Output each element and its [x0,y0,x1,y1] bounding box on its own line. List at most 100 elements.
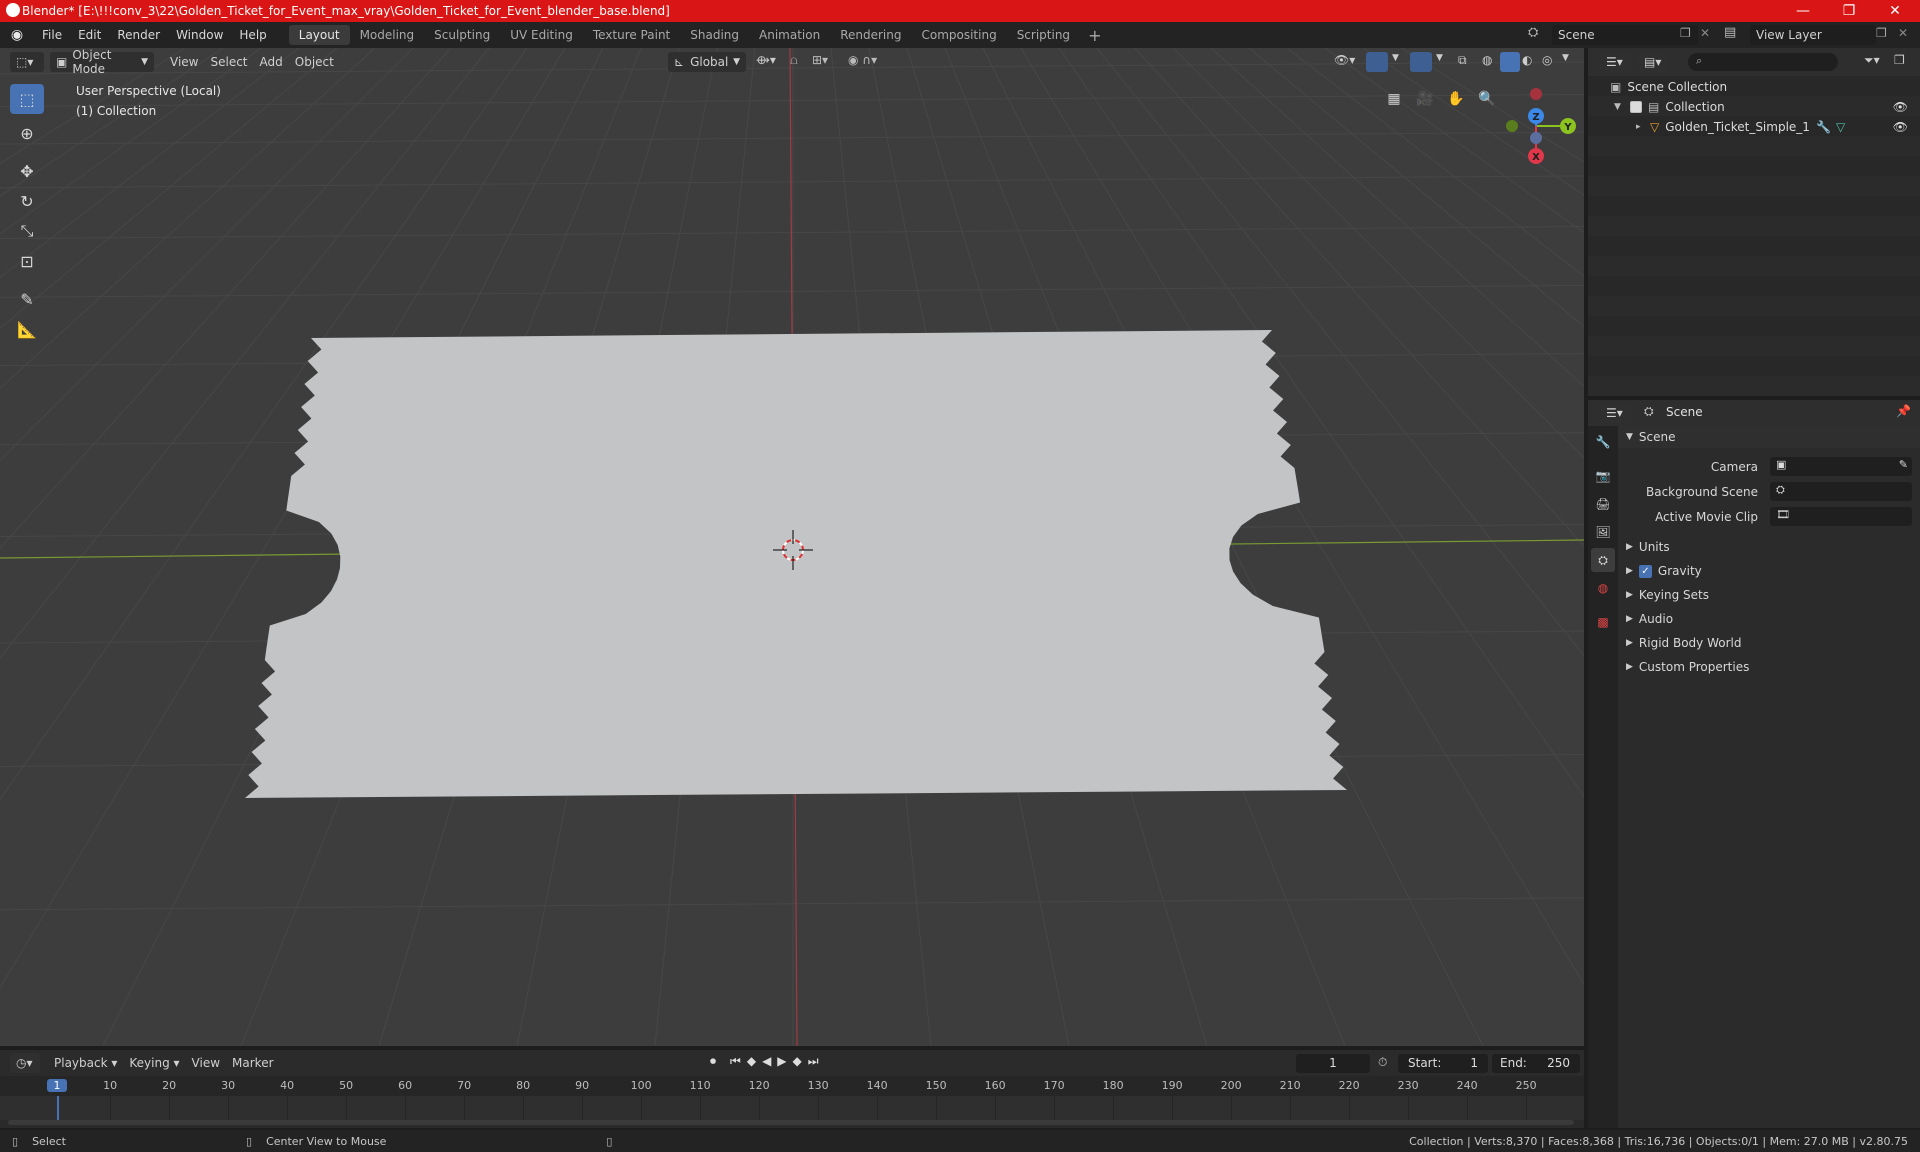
properties-editor-type-button[interactable]: ☰▾ [1600,403,1632,423]
pivot-point-icon[interactable]: ⟴▾ [756,53,776,67]
outliner-row-scene-collection[interactable]: ▣ Scene Collection [1610,80,1727,94]
orientation-selector[interactable]: ⊾ Global ▼ [668,52,746,72]
play-icon[interactable]: ▶ [777,1054,786,1069]
editor-type-button[interactable]: ⬚▾ [10,52,44,72]
viewport-canvas[interactable] [0,48,1584,1046]
measure-tool[interactable]: 📐 [10,314,44,344]
visibility-icon[interactable]: 👁▾ [1334,53,1355,67]
gravity-checkbox[interactable]: ✓ [1638,564,1652,578]
timeline-keyframe-area[interactable] [0,1096,1584,1120]
menu-file[interactable]: File [34,28,70,42]
menu-help[interactable]: Help [231,28,274,42]
new-scene-icon[interactable]: ❐ [1680,26,1691,40]
snap-icon[interactable]: ⩍ [790,53,798,68]
view-layer-icon[interactable]: ▤ [1724,25,1736,40]
close-button[interactable]: ✕ [1872,0,1918,22]
expand-arrow-icon[interactable]: ▸ [1636,122,1650,132]
texture-tab[interactable]: ▩ [1591,610,1615,634]
wireframe-shading-icon[interactable]: ◍ [1482,53,1492,67]
timeline-menu-playback[interactable]: Playback ▾ [48,1056,123,1070]
tab-sculpting[interactable]: Sculpting [424,25,500,45]
tab-uv-editing[interactable]: UV Editing [500,25,583,45]
tab-rendering[interactable]: Rendering [830,25,911,45]
overlay-toggle-button[interactable] [1410,52,1432,72]
rendered-shading-icon[interactable]: ◎ [1542,53,1552,67]
tab-texture-paint[interactable]: Texture Paint [583,25,680,45]
tab-scripting[interactable]: Scripting [1007,25,1080,45]
outliner-search-input[interactable]: ⌕ [1688,53,1838,71]
timeline-scrollbar[interactable] [8,1120,1574,1125]
chevron-down-icon[interactable]: ▼ [1562,53,1569,63]
navigation-gizmo[interactable]: Y Z X [1490,82,1580,172]
eye-icon[interactable]: 👁 [1893,100,1908,114]
stopwatch-icon[interactable]: ⏱ [1378,1055,1387,1070]
blender-menu-icon[interactable]: ◉ [0,27,34,43]
viewport-menu-object[interactable]: Object [289,55,340,69]
mesh-data-icon[interactable]: ▽ [1836,120,1845,134]
view-layer-tab[interactable]: 🖼 [1591,520,1615,544]
camera-field[interactable]: ▣ ✎ [1770,457,1912,476]
cursor-tool[interactable]: ⊕ [10,118,44,148]
next-keyframe-icon[interactable]: ◆ [793,1054,802,1069]
scene-tab[interactable]: ⛭ [1591,548,1615,572]
jump-end-icon[interactable]: ⏭ [808,1054,819,1069]
outliner-editor-type-button[interactable]: ☰▾ [1600,52,1632,72]
eye-icon[interactable]: 👁 [1893,120,1908,134]
transform-tool[interactable]: ⊡ [10,246,44,276]
material-shading-icon[interactable]: ◐ [1522,53,1532,67]
world-tab[interactable]: ◍ [1591,576,1615,600]
timeline-menu-marker[interactable]: Marker [226,1056,279,1070]
toggle-camera-view-grid-icon[interactable]: ▦ [1380,85,1408,113]
record-icon[interactable]: ⏺ [710,1054,716,1069]
minimize-button[interactable]: — [1780,0,1826,22]
menu-render[interactable]: Render [109,28,168,42]
mode-selector[interactable]: ▣ Object Mode ▼ [50,48,154,76]
end-frame-field[interactable]: End: 250 [1492,1054,1580,1073]
timeline-menu-view[interactable]: View [186,1056,226,1070]
viewport-menu-select[interactable]: Select [204,55,253,69]
collection-checkbox[interactable] [1630,101,1642,113]
units-panel-header[interactable]: ▶ Units [1618,536,1920,558]
delete-view-layer-icon[interactable]: ✕ [1898,26,1908,40]
chevron-down-icon[interactable]: ▼ [1436,53,1443,63]
outliner-row-collection[interactable]: ▼ ▤ Collection 👁 [1614,100,1920,114]
view-layer-selector[interactable]: View Layer [1750,25,1876,45]
proportional-edit-icon[interactable]: ◉ ∩▾ [848,53,877,67]
gravity-panel-header[interactable]: ▶ ✓ Gravity [1618,560,1920,582]
xray-icon[interactable]: ⧉ [1458,53,1467,68]
active-movie-clip-field[interactable]: 🎞 [1770,507,1912,526]
modifier-wrench-icon[interactable]: 🔧 [1816,120,1831,134]
render-tab[interactable]: 📷 [1591,464,1615,488]
jump-start-icon[interactable]: ⏮ [730,1054,741,1069]
prev-keyframe-icon[interactable]: ◆ [747,1054,756,1069]
select-box-tool[interactable]: ⬚ [10,84,44,114]
pin-icon[interactable]: 📌 [1896,404,1911,418]
tab-layout[interactable]: Layout [288,25,350,45]
tab-shading[interactable]: Shading [680,25,749,45]
new-collection-icon[interactable]: ❐ [1894,53,1905,67]
scene-selector[interactable]: Scene [1552,25,1698,45]
output-tab[interactable]: 🖨 [1591,492,1615,516]
snap-target-icon[interactable]: ⊞▾ [812,53,828,67]
menu-edit[interactable]: Edit [70,28,109,42]
annotate-tool[interactable]: ✎ [10,284,44,314]
add-workspace-icon[interactable]: + [1080,26,1109,45]
gizmo-toggle-button[interactable] [1366,52,1388,72]
rotate-tool[interactable]: ↻ [10,186,44,216]
eyedropper-icon[interactable]: ✎ [1899,458,1908,471]
play-reverse-icon[interactable]: ◀ [762,1054,771,1069]
tab-compositing[interactable]: Compositing [911,25,1006,45]
viewport-menu-view[interactable]: View [164,55,204,69]
tool-settings-tab[interactable]: 🔧 [1591,430,1615,454]
solid-shading-button[interactable] [1500,52,1520,72]
custom-properties-panel-header[interactable]: ▶ Custom Properties [1618,656,1920,678]
rigid-body-world-panel-header[interactable]: ▶ Rigid Body World [1618,632,1920,654]
filter-icon[interactable]: ⏷▾ [1864,53,1880,68]
keying-sets-panel-header[interactable]: ▶ Keying Sets [1618,584,1920,606]
audio-panel-header[interactable]: ▶ Audio [1618,608,1920,630]
pan-view-hand-icon[interactable]: ✋ [1442,85,1470,113]
new-view-layer-icon[interactable]: ❐ [1876,26,1887,40]
camera-view-icon[interactable]: 🎥 [1411,85,1439,113]
scale-tool[interactable]: ⤡ [10,216,44,246]
3d-viewport[interactable] [0,48,1584,1046]
